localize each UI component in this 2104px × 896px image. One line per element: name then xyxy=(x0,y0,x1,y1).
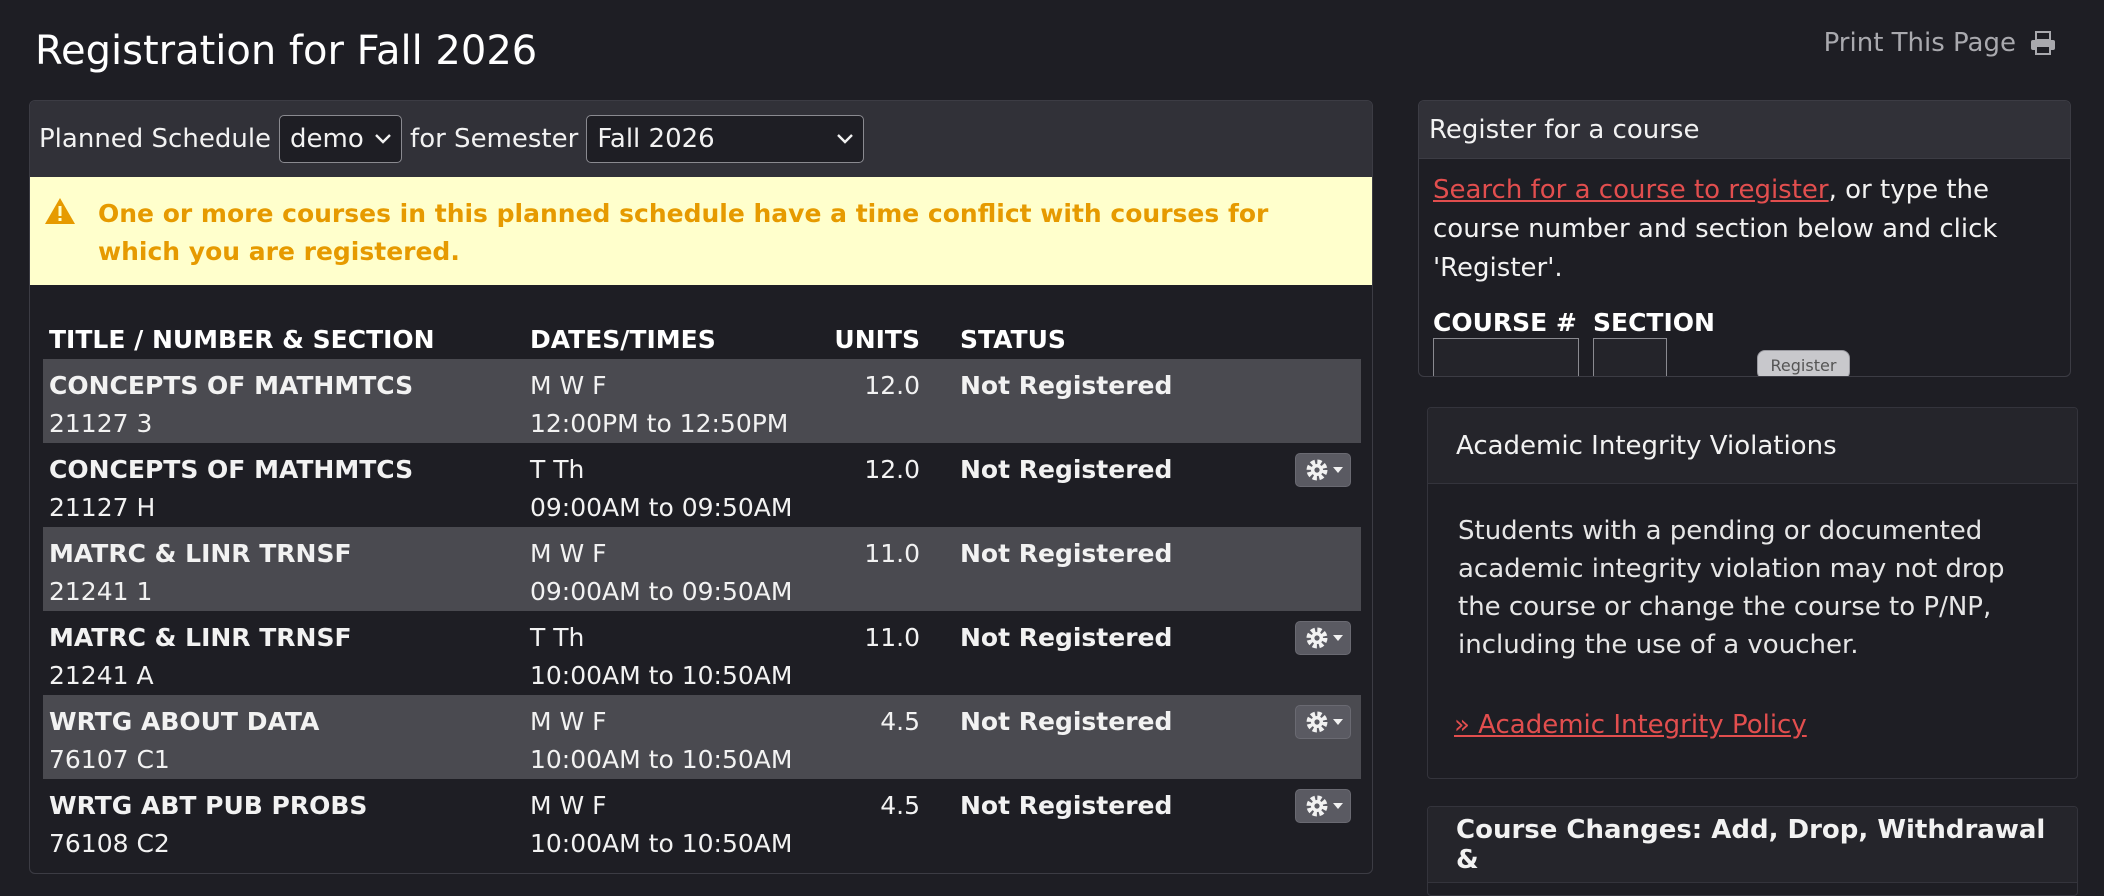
schedule-toolbar: Planned Schedule demo for Semester Fall … xyxy=(30,101,1372,177)
header-dates: DATES/TIMES xyxy=(530,324,716,354)
course-time: 10:00AM to 10:50AM xyxy=(530,661,793,690)
row-actions-button[interactable] xyxy=(1295,789,1351,823)
course-status: Not Registered xyxy=(960,623,1173,652)
table-row: CONCEPTS OF MATHMTCS 21127 H T Th 09:00AM … xyxy=(43,443,1361,527)
section-label: SECTION xyxy=(1593,308,1715,337)
course-time: 10:00AM to 10:50AM xyxy=(530,829,793,858)
course-number: 76107 C1 xyxy=(49,745,170,774)
course-units: 12.0 xyxy=(864,371,920,400)
academic-integrity-text: Students with a pending or documented ac… xyxy=(1458,516,2005,660)
section-input[interactable] xyxy=(1593,338,1667,376)
warning-icon xyxy=(45,198,75,224)
course-days: T Th xyxy=(530,623,585,652)
course-number-input[interactable] xyxy=(1433,338,1579,376)
header-units: UNITS xyxy=(834,324,920,354)
table-row: MATRC & LINR TRNSF 21241 A T Th 10:00AM to… xyxy=(43,611,1361,695)
chevron-down-icon xyxy=(375,134,391,144)
course-changes-card: Course Changes: Add, Drop, Withdrawal & xyxy=(1427,806,2078,896)
course-days: T Th xyxy=(530,455,585,484)
course-title: CONCEPTS OF MATHMTCS xyxy=(49,371,414,400)
chevron-down-icon xyxy=(837,134,854,144)
course-changes-header: Course Changes: Add, Drop, Withdrawal & xyxy=(1428,807,2077,883)
planned-schedule-panel: Planned Schedule demo for Semester Fall … xyxy=(29,100,1373,874)
register-header: Register for a course xyxy=(1419,101,2070,159)
course-time: 09:00AM to 09:50AM xyxy=(530,493,793,522)
course-days: M W F xyxy=(530,791,607,820)
course-title: MATRC & LINR TRNSF xyxy=(49,623,352,652)
course-units: 12.0 xyxy=(864,455,920,484)
register-course-box: Register for a course Search for a cours… xyxy=(1418,100,2071,377)
course-status: Not Registered xyxy=(960,707,1173,736)
course-title: WRTG ABOUT DATA xyxy=(49,707,320,736)
caret-down-icon xyxy=(1332,803,1343,809)
table-row: WRTG ABOUT DATA 76107 C1 M W F 10:00AM to … xyxy=(43,695,1361,779)
print-page-label: Print This Page xyxy=(1823,28,2016,58)
register-form: COURSE # SECTION Register xyxy=(1433,308,2056,376)
schedule-select-value: demo xyxy=(290,124,364,154)
course-title: MATRC & LINR TRNSF xyxy=(49,539,352,568)
register-button[interactable]: Register xyxy=(1756,350,1850,376)
course-status: Not Registered xyxy=(960,371,1173,400)
gear-icon xyxy=(1306,459,1327,481)
course-units: 11.0 xyxy=(864,539,920,568)
planned-schedule-label: Planned Schedule xyxy=(39,124,272,154)
gear-icon xyxy=(1306,627,1327,649)
schedule-select[interactable]: demo xyxy=(279,115,403,163)
table-row: MATRC & LINR TRNSF 21241 1 M W F 09:00AM t… xyxy=(43,527,1361,611)
print-page-link[interactable]: Print This Page xyxy=(1824,28,2056,58)
course-status: Not Registered xyxy=(960,455,1173,484)
table-row: CONCEPTS OF MATHMTCS 21127 3 M W F 12:00PM… xyxy=(43,359,1361,443)
row-actions-button[interactable] xyxy=(1295,621,1351,655)
for-semester-label: for Semester xyxy=(410,124,579,154)
course-days: M W F xyxy=(530,371,607,400)
course-status: Not Registered xyxy=(960,539,1173,568)
course-time: 12:00PM to 12:50PM xyxy=(530,409,789,438)
academic-integrity-card: Academic Integrity Violations Students w… xyxy=(1427,407,2078,779)
register-instructions: Search for a course to register, or type… xyxy=(1433,171,2056,288)
page-title: Registration for Fall 2026 xyxy=(35,28,538,74)
header-title: TITLE / NUMBER & SECTION xyxy=(49,324,435,354)
course-title: CONCEPTS OF MATHMTCS xyxy=(49,455,414,484)
course-time: 10:00AM to 10:50AM xyxy=(530,745,793,774)
course-number: 76108 C2 xyxy=(49,829,170,858)
alert-message: One or more courses in this planned sche… xyxy=(98,199,1269,266)
academic-integrity-header: Academic Integrity Violations xyxy=(1428,408,2077,484)
course-number: 21127 3 xyxy=(49,409,153,438)
table-header: TITLE / NUMBER & SECTION DATES/TIMES UNI… xyxy=(43,319,1361,359)
course-number: 21241 A xyxy=(49,661,154,690)
course-units: 4.5 xyxy=(880,791,920,820)
row-actions-button[interactable] xyxy=(1295,453,1351,487)
caret-down-icon xyxy=(1332,719,1343,725)
gear-icon xyxy=(1306,711,1327,733)
course-number-label: COURSE # xyxy=(1433,308,1577,337)
caret-down-icon xyxy=(1332,635,1343,641)
course-units: 4.5 xyxy=(880,707,920,736)
course-number: 21241 1 xyxy=(49,577,153,606)
course-number: 21127 H xyxy=(49,493,156,522)
table-row: WRTG ABT PUB PROBS 76108 C2 M W F 10:00AM … xyxy=(43,779,1361,863)
time-conflict-alert: One or more courses in this planned sche… xyxy=(30,177,1372,285)
course-title: WRTG ABT PUB PROBS xyxy=(49,791,368,820)
header-status: STATUS xyxy=(960,324,1066,354)
caret-down-icon xyxy=(1332,467,1343,473)
printer-icon xyxy=(2031,31,2055,55)
course-units: 11.0 xyxy=(864,623,920,652)
search-course-link[interactable]: Search for a course to register xyxy=(1433,175,1829,205)
semester-select-value: Fall 2026 xyxy=(597,124,715,154)
course-time: 09:00AM to 09:50AM xyxy=(530,577,793,606)
schedule-table: TITLE / NUMBER & SECTION DATES/TIMES UNI… xyxy=(43,319,1361,863)
course-days: M W F xyxy=(530,707,607,736)
semester-select[interactable]: Fall 2026 xyxy=(586,115,865,163)
gear-icon xyxy=(1306,795,1327,817)
academic-integrity-policy-link[interactable]: » Academic Integrity Policy xyxy=(1454,706,2047,744)
course-status: Not Registered xyxy=(960,791,1173,820)
course-days: M W F xyxy=(530,539,607,568)
row-actions-button[interactable] xyxy=(1295,705,1351,739)
